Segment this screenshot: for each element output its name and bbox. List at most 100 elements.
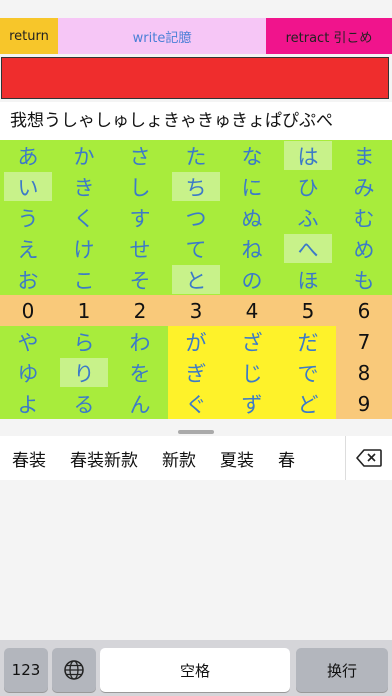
key-label: 9 bbox=[357, 391, 371, 416]
key-label: も bbox=[353, 268, 375, 293]
kana-key[interactable]: ひ bbox=[280, 171, 336, 202]
digit-key[interactable]: 5 bbox=[280, 295, 336, 326]
kana-key[interactable]: し bbox=[112, 171, 168, 202]
kana-key[interactable]: に bbox=[224, 171, 280, 202]
kana-key[interactable]: や bbox=[0, 326, 56, 357]
kana-key[interactable]: け bbox=[56, 233, 112, 264]
digit-key[interactable]: 8 bbox=[336, 357, 392, 388]
kana-key[interactable]: も bbox=[336, 264, 392, 295]
return-button[interactable]: return bbox=[0, 18, 58, 54]
grid-row: おこそとのほも bbox=[0, 264, 392, 295]
key-label: こ bbox=[73, 268, 95, 293]
suggestion-item[interactable]: 春装新款 bbox=[58, 446, 150, 471]
kana-key[interactable]: を bbox=[112, 357, 168, 388]
retract-button[interactable]: retract 引こめ bbox=[266, 18, 392, 54]
kana-key[interactable]: ち bbox=[168, 171, 224, 202]
composed-text: 我想うしゃしゅしょきゃきゅきょぱぴぷぺ bbox=[0, 102, 392, 140]
grid-row: 0 1 2 3 4 5 6 bbox=[0, 295, 392, 326]
key-label: で bbox=[297, 361, 319, 386]
digit-key[interactable]: 9 bbox=[336, 388, 392, 419]
drag-handle[interactable] bbox=[178, 430, 214, 434]
digit-key[interactable]: 2 bbox=[112, 295, 168, 326]
kana-key[interactable]: き bbox=[56, 171, 112, 202]
kana-key[interactable]: お bbox=[0, 264, 56, 295]
kana-key[interactable]: ら bbox=[56, 326, 112, 357]
key-label: ね bbox=[241, 237, 263, 262]
kana-key[interactable]: せ bbox=[112, 233, 168, 264]
kana-key[interactable]: の bbox=[224, 264, 280, 295]
suggestion-bar: 春装 春装新款 新款 夏装 春 bbox=[0, 436, 392, 480]
kana-key[interactable]: う bbox=[0, 202, 56, 233]
kana-key[interactable]: ま bbox=[336, 140, 392, 171]
kana-key[interactable]: ぎ bbox=[168, 357, 224, 388]
kana-key[interactable]: さ bbox=[112, 140, 168, 171]
kana-key[interactable]: え bbox=[0, 233, 56, 264]
key-label: だ bbox=[297, 330, 319, 355]
kana-key[interactable]: は bbox=[280, 140, 336, 171]
kana-key[interactable]: む bbox=[336, 202, 392, 233]
kana-key[interactable]: ぬ bbox=[224, 202, 280, 233]
kana-key[interactable]: そ bbox=[112, 264, 168, 295]
kana-key[interactable]: す bbox=[112, 202, 168, 233]
suggestion-item[interactable]: 春 bbox=[266, 446, 307, 471]
key-label: 5 bbox=[301, 298, 315, 323]
kana-key[interactable]: だ bbox=[280, 326, 336, 357]
delete-key[interactable] bbox=[345, 436, 392, 480]
suggestion-item[interactable]: 夏装 bbox=[208, 446, 266, 471]
key-label: ず bbox=[241, 392, 263, 417]
key-label: ひ bbox=[297, 175, 319, 200]
kana-key[interactable]: よ bbox=[0, 388, 56, 419]
kana-key[interactable]: く bbox=[56, 202, 112, 233]
kana-key[interactable]: が bbox=[168, 326, 224, 357]
digit-key[interactable]: 1 bbox=[56, 295, 112, 326]
key-label: い bbox=[17, 175, 39, 200]
kana-key[interactable]: て bbox=[168, 233, 224, 264]
kana-key[interactable]: つ bbox=[168, 202, 224, 233]
kana-key[interactable]: わ bbox=[112, 326, 168, 357]
suggestion-item[interactable]: 春装 bbox=[0, 446, 58, 471]
enter-key[interactable]: 换行 bbox=[296, 648, 388, 692]
kana-key[interactable]: ど bbox=[280, 388, 336, 419]
globe-key[interactable] bbox=[52, 648, 96, 692]
numbers-key[interactable]: 123 bbox=[4, 648, 48, 692]
kana-key[interactable]: い bbox=[0, 171, 56, 202]
key-label: き bbox=[73, 175, 95, 200]
digit-key[interactable]: 0 bbox=[0, 295, 56, 326]
digit-key[interactable]: 4 bbox=[224, 295, 280, 326]
kana-key[interactable]: ね bbox=[224, 233, 280, 264]
kana-key[interactable]: み bbox=[336, 171, 392, 202]
key-label: か bbox=[73, 144, 95, 169]
kana-key[interactable]: と bbox=[168, 264, 224, 295]
kana-key[interactable]: ぐ bbox=[168, 388, 224, 419]
kana-key[interactable]: ふ bbox=[280, 202, 336, 233]
grid-row: あ かさたなはま bbox=[0, 140, 392, 171]
kana-key[interactable]: る bbox=[56, 388, 112, 419]
grid-row: ゆ り を ぎ じ で 8 bbox=[0, 357, 392, 388]
kana-key[interactable]: た bbox=[168, 140, 224, 171]
key-label: や bbox=[17, 330, 39, 355]
key-label: し bbox=[129, 175, 151, 200]
kana-key[interactable]: ゆ bbox=[0, 357, 56, 388]
kana-key[interactable]: こ bbox=[56, 264, 112, 295]
kana-key[interactable]: あ bbox=[0, 140, 56, 171]
write-button[interactable]: write記臆 bbox=[58, 18, 266, 54]
kana-key[interactable]: ず bbox=[224, 388, 280, 419]
kana-key[interactable]: か bbox=[56, 140, 112, 171]
key-label: あ bbox=[17, 144, 39, 169]
kana-key[interactable]: で bbox=[280, 357, 336, 388]
digit-key[interactable]: 7 bbox=[336, 326, 392, 357]
kana-key[interactable]: ざ bbox=[224, 326, 280, 357]
digit-key[interactable]: 3 bbox=[168, 295, 224, 326]
space-key[interactable]: 空格 bbox=[100, 648, 290, 692]
kana-key[interactable]: じ bbox=[224, 357, 280, 388]
kana-key[interactable]: め bbox=[336, 233, 392, 264]
kana-key[interactable]: り bbox=[56, 357, 112, 388]
kana-key[interactable]: へ bbox=[280, 233, 336, 264]
digit-key[interactable]: 6 bbox=[336, 295, 392, 326]
key-label: ん bbox=[129, 392, 151, 417]
kana-key[interactable]: な bbox=[224, 140, 280, 171]
kana-key[interactable]: ん bbox=[112, 388, 168, 419]
suggestion-item[interactable]: 新款 bbox=[150, 446, 208, 471]
kana-key[interactable]: ほ bbox=[280, 264, 336, 295]
key-label: 8 bbox=[357, 360, 371, 385]
